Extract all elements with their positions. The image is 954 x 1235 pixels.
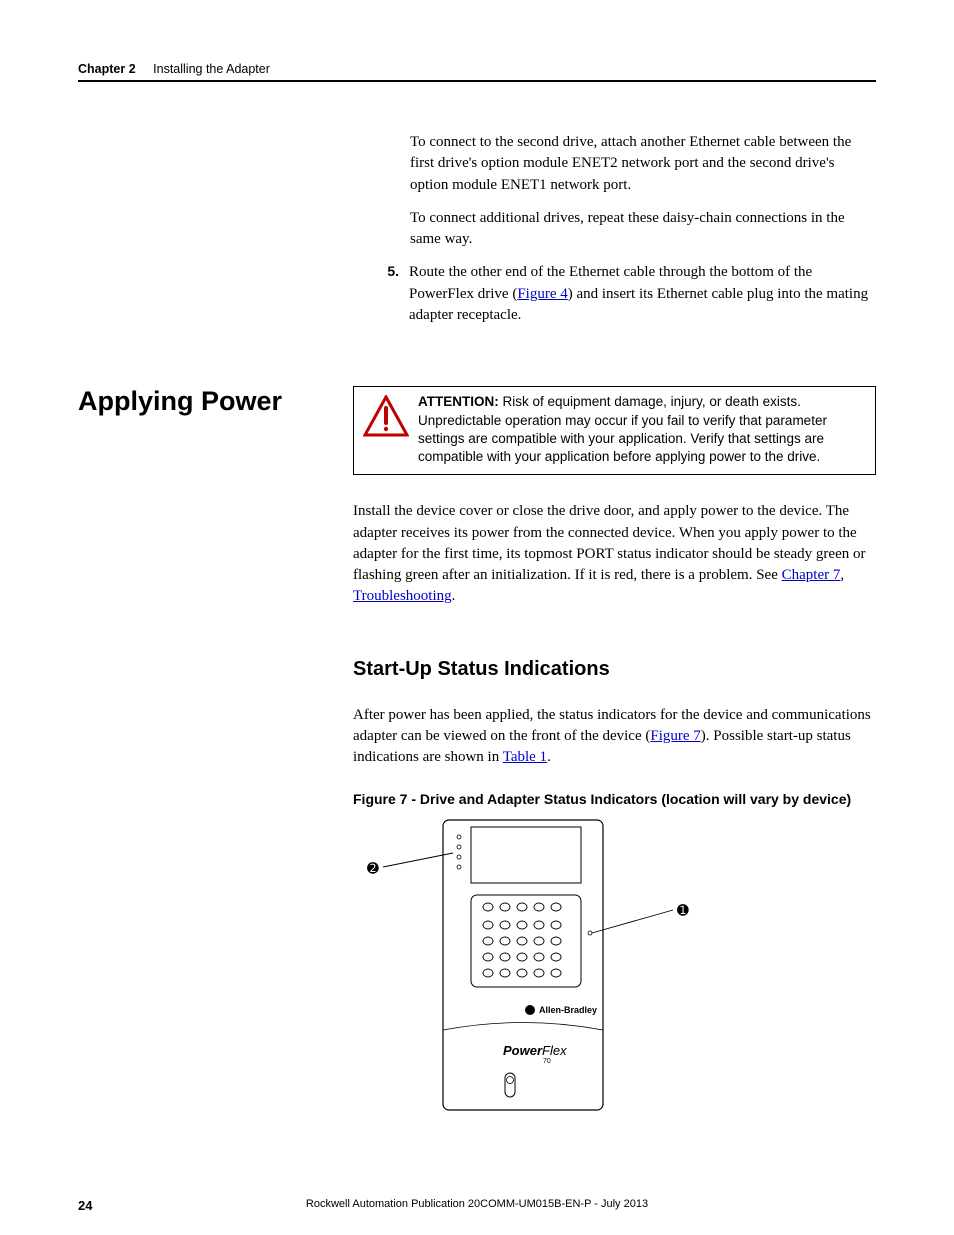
text: . — [547, 749, 551, 765]
svg-text:PowerFlex: PowerFlex — [503, 1043, 567, 1058]
subsection-body: After power has been applied, the status… — [353, 705, 876, 769]
step-text: Route the other end of the Ethernet cabl… — [409, 262, 876, 326]
step-5: 5. Route the other end of the Ethernet c… — [371, 262, 876, 326]
figure-7-link[interactable]: Figure 7 — [650, 728, 700, 744]
section-body: Install the device cover or close the dr… — [353, 501, 876, 607]
troubleshooting-link[interactable]: Troubleshooting — [353, 588, 452, 604]
figure-7-diagram: Allen-Bradley PowerFlex 70 ➋ ➊ — [353, 815, 723, 1120]
page-footer: 24 Rockwell Automation Publication 20COM… — [78, 1198, 876, 1213]
publication-info: Rockwell Automation Publication 20COMM-U… — [78, 1198, 876, 1210]
subsection-heading: Start-Up Status Indications — [353, 658, 876, 681]
svg-text:70: 70 — [543, 1058, 551, 1065]
attention-text: ATTENTION: Risk of equipment damage, inj… — [418, 387, 875, 474]
brand-powerflex-a: Power — [503, 1043, 543, 1058]
table-1-link[interactable]: Table 1 — [503, 749, 547, 765]
chapter-7-link[interactable]: Chapter 7 — [782, 567, 841, 583]
page-header: Chapter 2 Installing the Adapter — [78, 62, 876, 82]
intro-paragraphs: To connect to the second drive, attach a… — [410, 132, 876, 250]
applying-power-section: Applying Power ATTENTION: Risk of equipm… — [78, 386, 876, 475]
brand-powerflex-b: Flex — [542, 1043, 567, 1058]
brand-allen-bradley: Allen-Bradley — [539, 1005, 597, 1015]
callout-1: ➊ — [677, 902, 689, 918]
step-list: 5. Route the other end of the Ethernet c… — [371, 262, 876, 326]
callout-2: ➋ — [367, 860, 379, 876]
chapter-label: Chapter 2 — [78, 62, 136, 76]
figure-4-link[interactable]: Figure 4 — [517, 286, 567, 302]
figure-caption: Figure 7 - Drive and Adapter Status Indi… — [353, 791, 876, 807]
paragraph: To connect to the second drive, attach a… — [410, 132, 876, 196]
step-number: 5. — [371, 262, 409, 326]
attention-box: ATTENTION: Risk of equipment damage, inj… — [353, 386, 876, 475]
text: , — [840, 567, 844, 583]
paragraph: To connect additional drives, repeat the… — [410, 208, 876, 251]
chapter-title: Installing the Adapter — [153, 62, 270, 76]
text: . — [452, 588, 456, 604]
section-title: Applying Power — [78, 386, 353, 475]
attention-icon — [354, 387, 418, 474]
attention-label: ATTENTION: — [418, 394, 499, 409]
